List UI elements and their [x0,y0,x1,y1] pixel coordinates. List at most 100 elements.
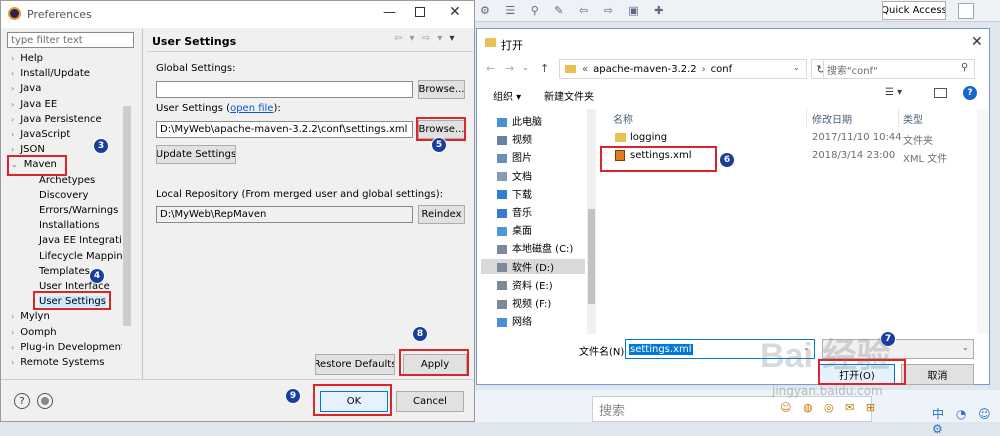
open-close-icon[interactable]: ✕ [971,34,983,50]
col-date[interactable]: 修改日期 [812,111,852,126]
chevron-right-icon[interactable]: › [11,115,14,124]
forward-icon[interactable]: → [505,62,514,75]
address-bar[interactable]: « apache-maven-3.2.2 › conf [559,59,807,79]
chevron-right-icon[interactable]: › [11,358,14,367]
open-cancel-button[interactable]: 取消 [901,364,974,385]
tree-item-java[interactable]: › Java [11,83,41,94]
tree-item-discovery[interactable]: Discovery [39,190,88,201]
minimize-icon[interactable]: — [383,5,396,20]
chevron-right-icon[interactable]: › [11,130,14,139]
organize-menu[interactable]: 组织 ▾ [493,88,521,103]
nav-item-3[interactable]: 文档 [481,168,585,183]
files-scrollbar[interactable] [977,109,989,334]
chevron-right-icon[interactable]: › [11,328,14,337]
recent-icon[interactable]: ⌄ [522,63,529,72]
nav-item-2[interactable]: 图片 [481,149,585,164]
global-settings-input[interactable] [156,81,413,98]
tree-item-templates[interactable]: Templates [39,266,90,277]
up-icon[interactable]: ↑ [540,62,549,75]
chevron-right-icon[interactable]: › [11,343,14,352]
nav-item-9[interactable]: 资料 (E:) [481,277,585,292]
tree-item-plug-in-development[interactable]: › Plug-in Development [11,342,125,353]
restore-defaults-button[interactable]: Restore Defaults [315,354,395,375]
tree-item-label: Lifecycle Mapping [39,250,129,262]
nav-item-7[interactable]: 本地磁盘 (C:) [481,240,585,255]
drive-icon [497,299,507,309]
col-separator-1[interactable] [806,109,807,127]
crumb-conf[interactable]: conf [711,64,732,75]
highlight-settings-file [600,146,717,172]
nav-scrollbar[interactable] [587,109,596,334]
video-icon [497,135,507,145]
tree-item-json[interactable]: › JSON [11,144,45,155]
crumb-maven[interactable]: apache-maven-3.2.2 [593,64,697,75]
ide-toolbar-icons: ⚙ ☰ ⚲ ✎ ⇦ ⇨ ▣ ✚ [480,4,670,17]
record-icon[interactable] [37,393,53,409]
global-browse-button[interactable]: Browse... [418,80,465,99]
address-dropdown-icon[interactable]: ⌄ [793,63,800,72]
quick-access-field[interactable]: Quick Access [882,1,946,20]
crumb-overflow[interactable]: « [582,64,588,75]
tree-item-mylyn[interactable]: › Mylyn [11,311,50,322]
navigation-pane: 此电脑视频图片文档下载音乐桌面本地磁盘 (C:) 软件 (D:) 资料 (E:) 视频… [477,109,597,334]
nav-item-label: 本地磁盘 (C:) [512,244,574,256]
step-4: 4 [89,268,105,284]
tree-item-install-update[interactable]: › Install/Update [11,68,90,79]
tree-item-java-persistence[interactable]: › Java Persistence [11,114,102,125]
tree-item-oomph[interactable]: › Oomph [11,327,57,338]
help-icon[interactable]: ? [14,393,30,409]
nav-item-11[interactable]: 网络 [481,313,585,328]
col-name[interactable]: 名称 [613,111,633,126]
filetype-dropdown-icon[interactable]: ⌄ [962,343,969,352]
help-circle-icon[interactable]: ? [963,86,977,100]
open-file-link[interactable]: open file [230,103,273,114]
col-type[interactable]: 类型 [903,111,923,126]
cancel-button[interactable]: Cancel [396,391,464,412]
tree-item-installations[interactable]: Installations [39,220,100,231]
nav-arrows[interactable]: ⇦ ▾ ⇨ ▾ ▾ [394,33,457,44]
tree-item-java-ee-integration[interactable]: Java EE Integration [39,235,131,246]
nav-item-5[interactable]: 音乐 [481,204,585,219]
tree-scroll-thumb[interactable] [123,106,131,326]
chevron-right-icon[interactable]: › [11,54,14,63]
reindex-button[interactable]: Reindex [418,205,465,224]
nav-item-6[interactable]: 桌面 [481,222,585,237]
nav-item-8[interactable]: 软件 (D:) [481,258,585,274]
nav-item-10[interactable]: 视频 (F:) [481,295,585,310]
col-separator-2[interactable] [898,109,899,127]
chevron-right-icon[interactable]: › [11,100,14,109]
nav-item-4[interactable]: 下载 [481,186,585,201]
tree-item-javascript[interactable]: › JavaScript [11,129,70,140]
chevron-right-icon[interactable]: › [11,69,14,78]
tree-item-java-ee[interactable]: › Java EE [11,99,57,110]
file-row-logging[interactable]: logging 2017/11/10 10:44 文件夹 [601,130,981,147]
back-icon[interactable]: ← [486,62,495,75]
maximize-icon[interactable] [415,7,425,17]
tree-item-remote-systems[interactable]: › Remote Systems [11,357,104,368]
nav-item-0[interactable]: 此电脑 [481,113,585,128]
update-settings-button[interactable]: Update Settings [156,145,236,164]
new-folder-button[interactable]: 新建文件夹 [544,88,594,103]
folder-search-input[interactable]: 搜索"conf" [823,59,975,79]
tree-item-help[interactable]: › Help [11,53,43,64]
chevron-right-icon[interactable]: › [11,84,14,93]
tree-item-archetypes[interactable]: Archetypes [39,175,95,186]
close-icon[interactable]: ✕ [449,4,461,20]
nav-item-label: 网络 [512,317,532,329]
user-settings-input[interactable]: D:\MyWeb\apache-maven-3.2.2\conf\setting… [156,121,413,138]
tree-item-errors-warnings[interactable]: Errors/Warnings [39,205,118,216]
nav-item-1[interactable]: 视频 [481,131,585,146]
filter-input[interactable]: type filter text [7,32,134,48]
tree-item-label: Install/Update [20,68,90,80]
view-options-icon[interactable]: ☰ ▾ [885,87,902,98]
crumb-sep[interactable]: › [702,64,706,75]
chevron-right-icon[interactable]: › [11,312,14,321]
search-icon[interactable]: ⚲ [961,62,968,73]
perspective-icon[interactable] [958,3,974,19]
tree-scrollbar[interactable] [122,51,132,369]
preview-pane-icon[interactable] [934,88,947,98]
chevron-right-icon[interactable]: › [11,145,14,154]
tree-divider[interactable] [142,29,143,379]
tree-item-lifecycle-mapping[interactable]: Lifecycle Mapping [39,251,129,262]
nav-scroll-thumb[interactable] [588,209,595,304]
